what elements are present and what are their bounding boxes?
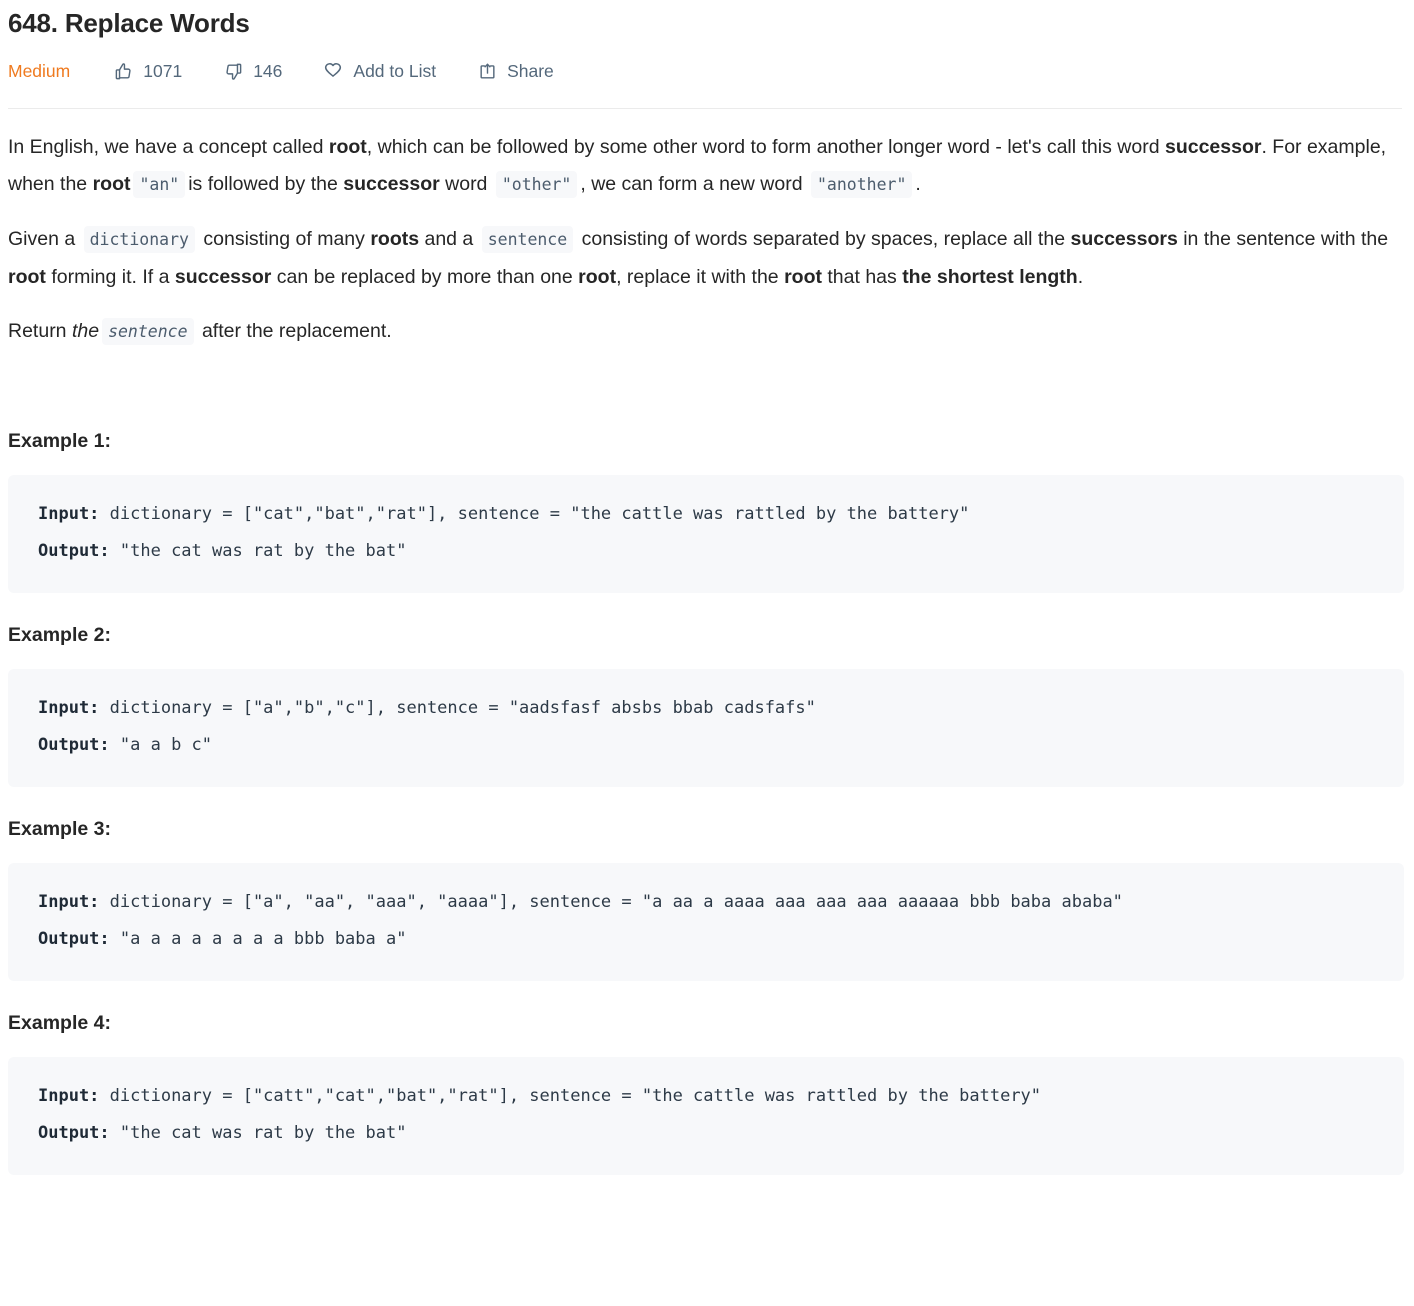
p1-text-1: In English, we have a concept called <box>8 136 329 158</box>
example-3-input-value: dictionary = ["a", "aa", "aaa", "aaaa"],… <box>99 891 1123 912</box>
heart-icon <box>322 60 344 82</box>
example-4-output-label: Output: <box>38 1122 110 1143</box>
share-label: Share <box>507 61 554 81</box>
p1-bold-root-1: root <box>328 136 367 158</box>
example-4-codeblock: Input: dictionary = ["catt","cat","bat",… <box>8 1056 1404 1175</box>
p2-text-9: that has <box>821 265 903 288</box>
p1-text-2: , which can be followed by some other wo… <box>366 136 1165 158</box>
p2-text-2: consisting of many <box>197 228 371 250</box>
description-paragraph-1: In English, we have a concept called roo… <box>8 129 1402 203</box>
code-an: "an" <box>133 170 186 198</box>
example-3-output-value: "a a a a a a a a bbb baba a" <box>109 928 407 949</box>
p2-text-1: Given a <box>8 228 81 250</box>
example-2-output-value: "a a b c" <box>109 734 213 755</box>
p2-bold-roots: roots <box>370 228 420 250</box>
example-1-input-label: Input: <box>38 503 100 524</box>
dislike-button[interactable]: 146 <box>222 60 282 82</box>
share-icon <box>476 60 498 82</box>
p1-bold-successor-2: successor <box>343 172 440 195</box>
example-1-input-value: dictionary = ["cat","bat","rat"], senten… <box>99 503 970 524</box>
p2-text-4: consisting of words separated by spaces,… <box>576 228 1071 250</box>
p2-bold-root-3: root <box>784 265 822 288</box>
p2-text-8: , replace it with the <box>616 265 785 288</box>
thumbs-up-icon <box>112 60 134 82</box>
share-button[interactable]: Share <box>476 60 554 82</box>
example-2-input-label: Input: <box>38 697 100 718</box>
p1-text-5: word <box>439 172 493 195</box>
p2-text-7: can be replaced by more than one <box>271 265 579 288</box>
problem-meta-bar: Medium 1071 146 Add to List Share <box>6 40 1400 86</box>
p2-text-10: . <box>1077 265 1084 288</box>
p1-text-4: is followed by the <box>188 172 344 195</box>
code-sentence-1: sentence <box>481 226 574 253</box>
p3-text-2: after the replacement. <box>196 320 392 342</box>
example-1-codeblock: Input: dictionary = ["cat","bat","rat"],… <box>8 474 1404 593</box>
example-2-codeblock: Input: dictionary = ["a","b","c"], sente… <box>8 668 1404 787</box>
p2-bold-root-2: root <box>578 265 617 288</box>
p2-bold-successors: successors <box>1070 228 1178 250</box>
p2-bold-root-1: root <box>8 265 46 288</box>
p1-text-6: , we can form a new word <box>580 172 808 195</box>
example-2-heading: Example 2: <box>8 623 111 646</box>
p3-italic-the: the <box>71 320 100 342</box>
example-2-input-value: dictionary = ["a","b","c"], sentence = "… <box>99 697 816 718</box>
p1-bold-root-2: root <box>92 172 131 195</box>
description-paragraph-2: Given a dictionary consisting of many ro… <box>8 221 1402 295</box>
p3-text-1: Return <box>8 320 72 342</box>
code-sentence-2: sentence <box>102 318 194 345</box>
add-to-list-button[interactable]: Add to List <box>322 60 436 82</box>
p1-text-7: . <box>915 172 921 195</box>
example-3-input-label: Input: <box>38 891 100 912</box>
p2-text-5: in the sentence with the <box>1177 228 1389 250</box>
example-4-heading: Example 4: <box>8 1011 111 1034</box>
page-title: 648. Replace Words <box>8 8 250 38</box>
thumbs-down-icon <box>222 60 244 82</box>
code-dictionary: dictionary <box>83 226 195 253</box>
example-1-heading: Example 1: <box>8 429 111 452</box>
example-1-output-label: Output: <box>38 540 110 561</box>
example-3-heading: Example 3: <box>8 817 111 840</box>
p2-bold-shortest-length: the shortest length <box>902 265 1078 288</box>
example-3-output-label: Output: <box>38 928 110 949</box>
code-another: "another" <box>810 170 913 198</box>
code-other: "other" <box>495 170 578 198</box>
example-4-output-value: "the cat was rat by the bat" <box>109 1122 407 1143</box>
like-count: 1071 <box>143 61 183 81</box>
example-4-input-value: dictionary = ["catt","cat","bat","rat"],… <box>99 1085 1042 1106</box>
p2-text-3: and a <box>419 228 479 250</box>
problem-content: In English, we have a concept called roo… <box>6 109 1404 1175</box>
dislike-count: 146 <box>253 61 283 81</box>
example-1-output-value: "the cat was rat by the bat" <box>109 540 407 561</box>
p2-bold-successor: successor <box>174 265 272 288</box>
example-2-output-label: Output: <box>38 734 110 755</box>
difficulty-badge[interactable]: Medium <box>8 60 70 82</box>
example-4-input-label: Input: <box>38 1085 100 1106</box>
problem-page: 648. Replace Words Medium 1071 146 Add t… <box>0 0 1404 1175</box>
example-3-codeblock: Input: dictionary = ["a", "aa", "aaa", "… <box>8 862 1404 981</box>
description-paragraph-3: Return the sentence after the replacement… <box>8 313 1402 351</box>
like-button[interactable]: 1071 <box>112 60 182 82</box>
p1-bold-successor-1: successor <box>1164 136 1262 158</box>
add-to-list-label: Add to List <box>353 61 437 81</box>
p2-text-6: forming it. If a <box>45 265 175 288</box>
